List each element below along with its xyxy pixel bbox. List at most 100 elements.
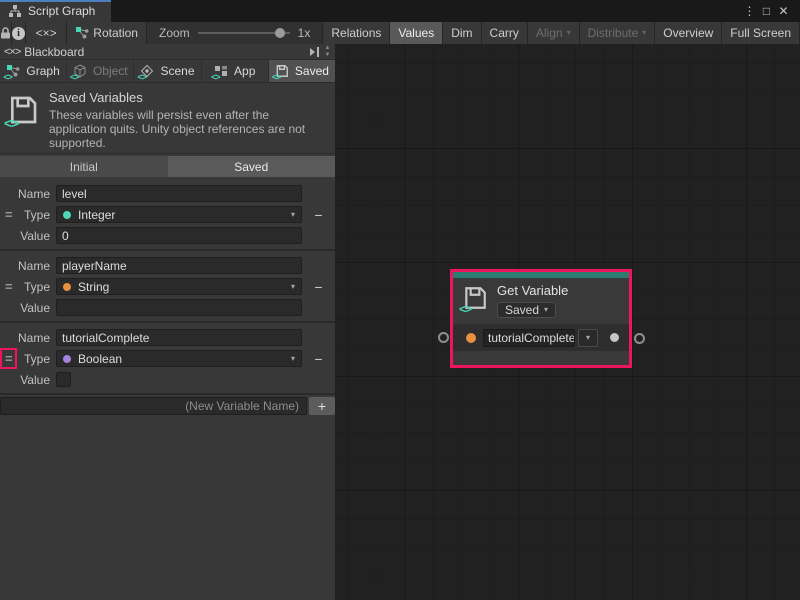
dim-label: Dim	[451, 26, 472, 40]
remove-variable-button[interactable]: −	[314, 208, 322, 222]
value-label: Value	[0, 373, 56, 387]
tab-script-graph[interactable]: Script Graph	[0, 0, 111, 22]
tab-scene[interactable]: <> Scene	[134, 60, 201, 82]
tab-scene-label: Scene	[160, 64, 194, 78]
maximize-icon[interactable]: □	[758, 4, 775, 18]
type-value: Boolean	[78, 352, 122, 366]
type-color-dot	[63, 355, 71, 363]
boolean-value-checkbox[interactable]	[56, 372, 71, 387]
type-value: String	[78, 280, 109, 294]
saved-variables-icon: <>	[7, 94, 39, 126]
zoom-slider-thumb[interactable]	[275, 28, 285, 38]
variable-kind-value: Saved	[505, 303, 539, 317]
value-row: Value	[0, 226, 335, 245]
dock-panel-icon	[308, 47, 321, 57]
variable-name-input[interactable]	[56, 329, 302, 346]
active-tab-accent	[0, 0, 111, 2]
name-label: Name	[0, 259, 56, 273]
type-color-dot	[63, 283, 71, 291]
input-connection-port[interactable]	[438, 332, 449, 343]
tab-saved-label: Saved	[295, 64, 329, 78]
type-row: = Type Integer ▾ −	[0, 205, 335, 224]
type-row: = Type String ▾ −	[0, 277, 335, 296]
values-button[interactable]: Values	[390, 22, 443, 44]
relations-button[interactable]: Relations	[323, 22, 390, 44]
variable-name-input[interactable]	[56, 257, 302, 274]
chevron-down-icon: ▾	[586, 334, 590, 342]
add-variable-button[interactable]: +	[309, 397, 335, 415]
name-label: Name	[0, 187, 56, 201]
titlebar: Script Graph ⋮ □ ✕	[0, 0, 800, 22]
blackboard-title: Blackboard	[24, 45, 84, 59]
lock-button[interactable]	[0, 22, 12, 44]
zoom-control: Zoom 1x	[147, 22, 323, 44]
tab-saved-values[interactable]: Saved	[168, 156, 336, 177]
tab-label: Script Graph	[28, 4, 95, 18]
saved-variables-info: <> Saved Variables These variables will …	[0, 83, 335, 154]
tab-saved[interactable]: <> Saved	[269, 60, 335, 82]
variable-type-dropdown[interactable]: Boolean ▾	[56, 350, 302, 367]
variable-value-input[interactable]	[56, 299, 302, 316]
zoom-slider[interactable]	[198, 22, 290, 44]
dock-panel-button[interactable]	[308, 47, 321, 57]
drag-handle[interactable]: =	[5, 207, 13, 222]
tab-object-label: Object	[93, 64, 128, 78]
fullscreen-button[interactable]: Full Screen	[722, 22, 800, 44]
drag-handle[interactable]: =	[5, 279, 13, 294]
value-output-port[interactable]	[610, 333, 619, 342]
panel-scroll-arrows[interactable]: ▲ ▼	[321, 45, 334, 59]
dim-button[interactable]: Dim	[443, 22, 481, 44]
tab-app[interactable]: <> App	[202, 60, 269, 82]
value-row: Value	[0, 370, 335, 389]
rotation-label: Rotation	[93, 26, 138, 40]
script-graph-icon	[8, 4, 22, 18]
drag-handle[interactable]: =	[5, 351, 13, 366]
variable-name-port[interactable]	[466, 333, 476, 343]
value-label: Value	[0, 301, 56, 315]
output-connection-port[interactable]	[634, 333, 645, 344]
rotation-button[interactable]: Rotation	[67, 22, 147, 44]
variable-kind-dropdown[interactable]: Saved ▾	[497, 302, 556, 318]
object-variables-icon: <>	[73, 64, 88, 78]
remove-variable-button[interactable]: −	[314, 280, 322, 294]
node-title: Get Variable	[497, 283, 568, 298]
app-variables-icon: <>	[214, 64, 229, 78]
chevron-down-icon: ▾	[291, 283, 295, 291]
blackboard-header: <×> Blackboard ▲ ▼	[0, 44, 335, 60]
remove-variable-button[interactable]: −	[314, 352, 322, 366]
visual-scripting-button[interactable]: <×>	[26, 22, 67, 44]
variable-type-dropdown[interactable]: Integer ▾	[56, 206, 302, 223]
tab-object[interactable]: <> Object	[67, 60, 134, 82]
scroll-down-icon[interactable]: ▼	[325, 52, 331, 59]
chevron-down-icon: ▾	[291, 355, 295, 363]
variable-scope-tabs: <> Graph <> Object <> Scene	[0, 60, 335, 83]
variable-value-input[interactable]	[56, 227, 302, 244]
variable-type-dropdown[interactable]: String ▾	[56, 278, 302, 295]
value-label: Value	[0, 229, 56, 243]
graph-canvas[interactable]: <> Get Variable Saved ▾ tutorialComplete…	[335, 44, 800, 600]
close-icon[interactable]: ✕	[775, 4, 792, 18]
distribute-button[interactable]: Distribute▾	[580, 22, 656, 44]
type-row: = Type Boolean ▾ −	[0, 349, 335, 368]
scroll-up-icon[interactable]: ▲	[325, 45, 331, 52]
new-variable-input[interactable]	[0, 397, 307, 415]
blackboard-panel: <×> Blackboard ▲ ▼ <> Graph <>	[0, 44, 335, 600]
new-variable-row: +	[0, 397, 335, 415]
name-row: Name	[0, 256, 335, 275]
tab-graph[interactable]: <> Graph	[0, 60, 67, 82]
variable-picker-button[interactable]: ▾	[578, 329, 598, 347]
info-button[interactable]: i	[12, 22, 26, 44]
carry-label: Carry	[490, 26, 519, 40]
variable-name-field[interactable]: tutorialComplete	[483, 329, 575, 347]
lock-icon	[0, 27, 11, 39]
carry-button[interactable]: Carry	[482, 22, 528, 44]
variable-name-input[interactable]	[56, 185, 302, 202]
align-button[interactable]: Align▾	[528, 22, 580, 44]
node-header: <> Get Variable Saved ▾	[453, 278, 629, 324]
tab-graph-label: Graph	[26, 64, 59, 78]
get-variable-node[interactable]: <> Get Variable Saved ▾ tutorialComplete…	[450, 269, 632, 368]
window-menu-icon[interactable]: ⋮	[741, 4, 758, 18]
overview-button[interactable]: Overview	[655, 22, 722, 44]
zoom-value: 1x	[298, 26, 311, 40]
tab-initial[interactable]: Initial	[0, 156, 168, 177]
